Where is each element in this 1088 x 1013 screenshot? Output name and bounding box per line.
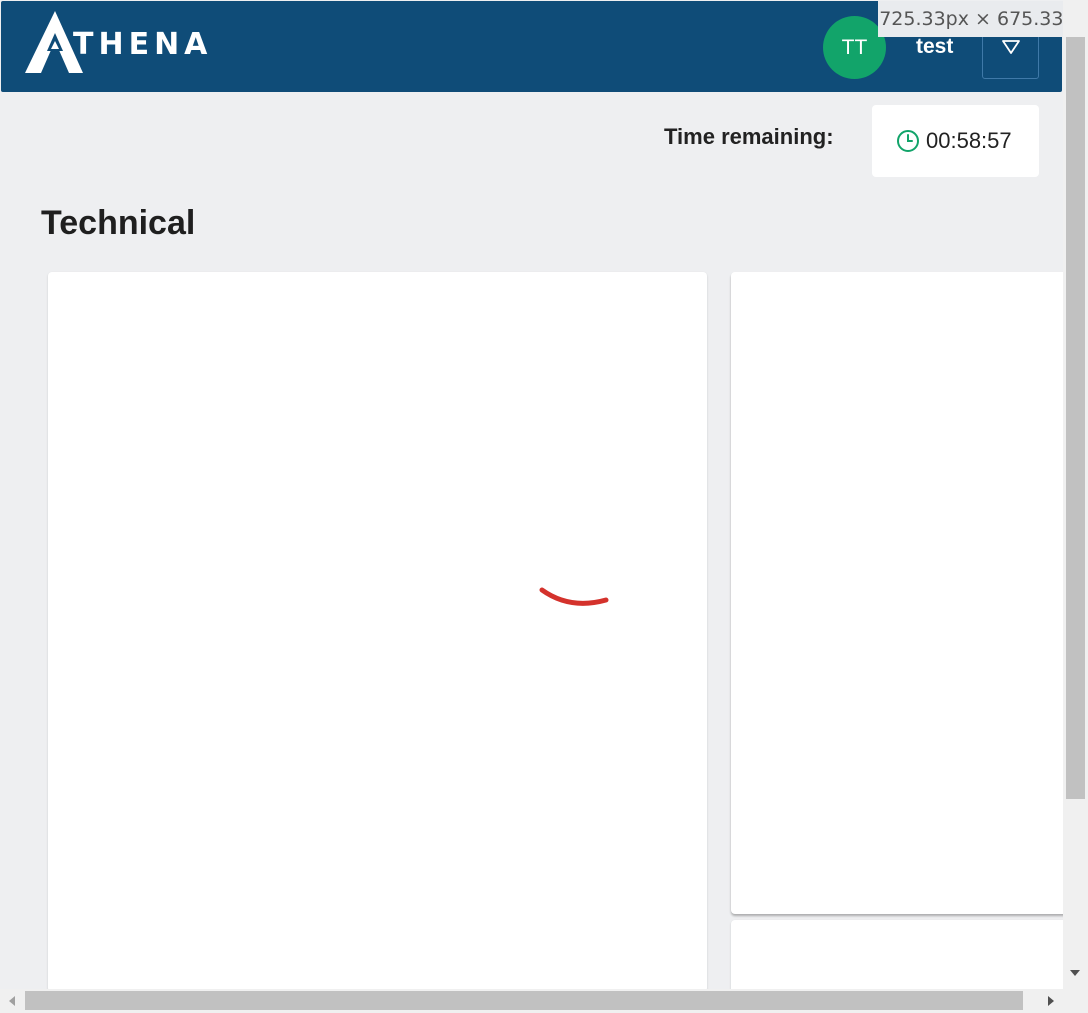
time-remaining-label: Time remaining: bbox=[664, 124, 834, 149]
loading-spinner bbox=[539, 587, 609, 606]
username-label[interactable]: test bbox=[916, 35, 953, 59]
athena-logo[interactable]: THENA bbox=[25, 11, 235, 73]
side-panel-card-secondary bbox=[731, 920, 1071, 1000]
horizontal-scrollbar[interactable] bbox=[0, 989, 1063, 1013]
timer-value: 00:58:57 bbox=[926, 128, 1012, 153]
triangle-down-icon bbox=[1001, 40, 1020, 54]
dimension-tooltip: 725.33px × 675.33px bbox=[878, 1, 1088, 37]
app-root: THENA TT test 725.33px × 675.33px Time r… bbox=[0, 0, 1088, 1013]
side-panel-card bbox=[731, 272, 1071, 914]
scroll-down-arrow-icon[interactable] bbox=[1069, 968, 1081, 978]
horizontal-scroll-thumb[interactable] bbox=[25, 991, 1023, 1010]
avatar-initials: TT bbox=[841, 35, 868, 59]
user-avatar[interactable]: TT bbox=[823, 16, 886, 79]
scrollbar-corner bbox=[1063, 989, 1088, 1013]
clock-icon bbox=[897, 130, 919, 152]
logo-wordmark: THENA bbox=[73, 27, 213, 62]
scroll-left-arrow-icon[interactable] bbox=[7, 995, 17, 1007]
question-card bbox=[48, 272, 707, 992]
vertical-scrollbar[interactable] bbox=[1063, 0, 1088, 989]
timer-box: 00:58:57 bbox=[872, 105, 1039, 177]
scroll-right-arrow-icon[interactable] bbox=[1046, 995, 1056, 1007]
vertical-scroll-thumb[interactable] bbox=[1066, 37, 1085, 799]
section-title: Technical bbox=[41, 204, 196, 242]
